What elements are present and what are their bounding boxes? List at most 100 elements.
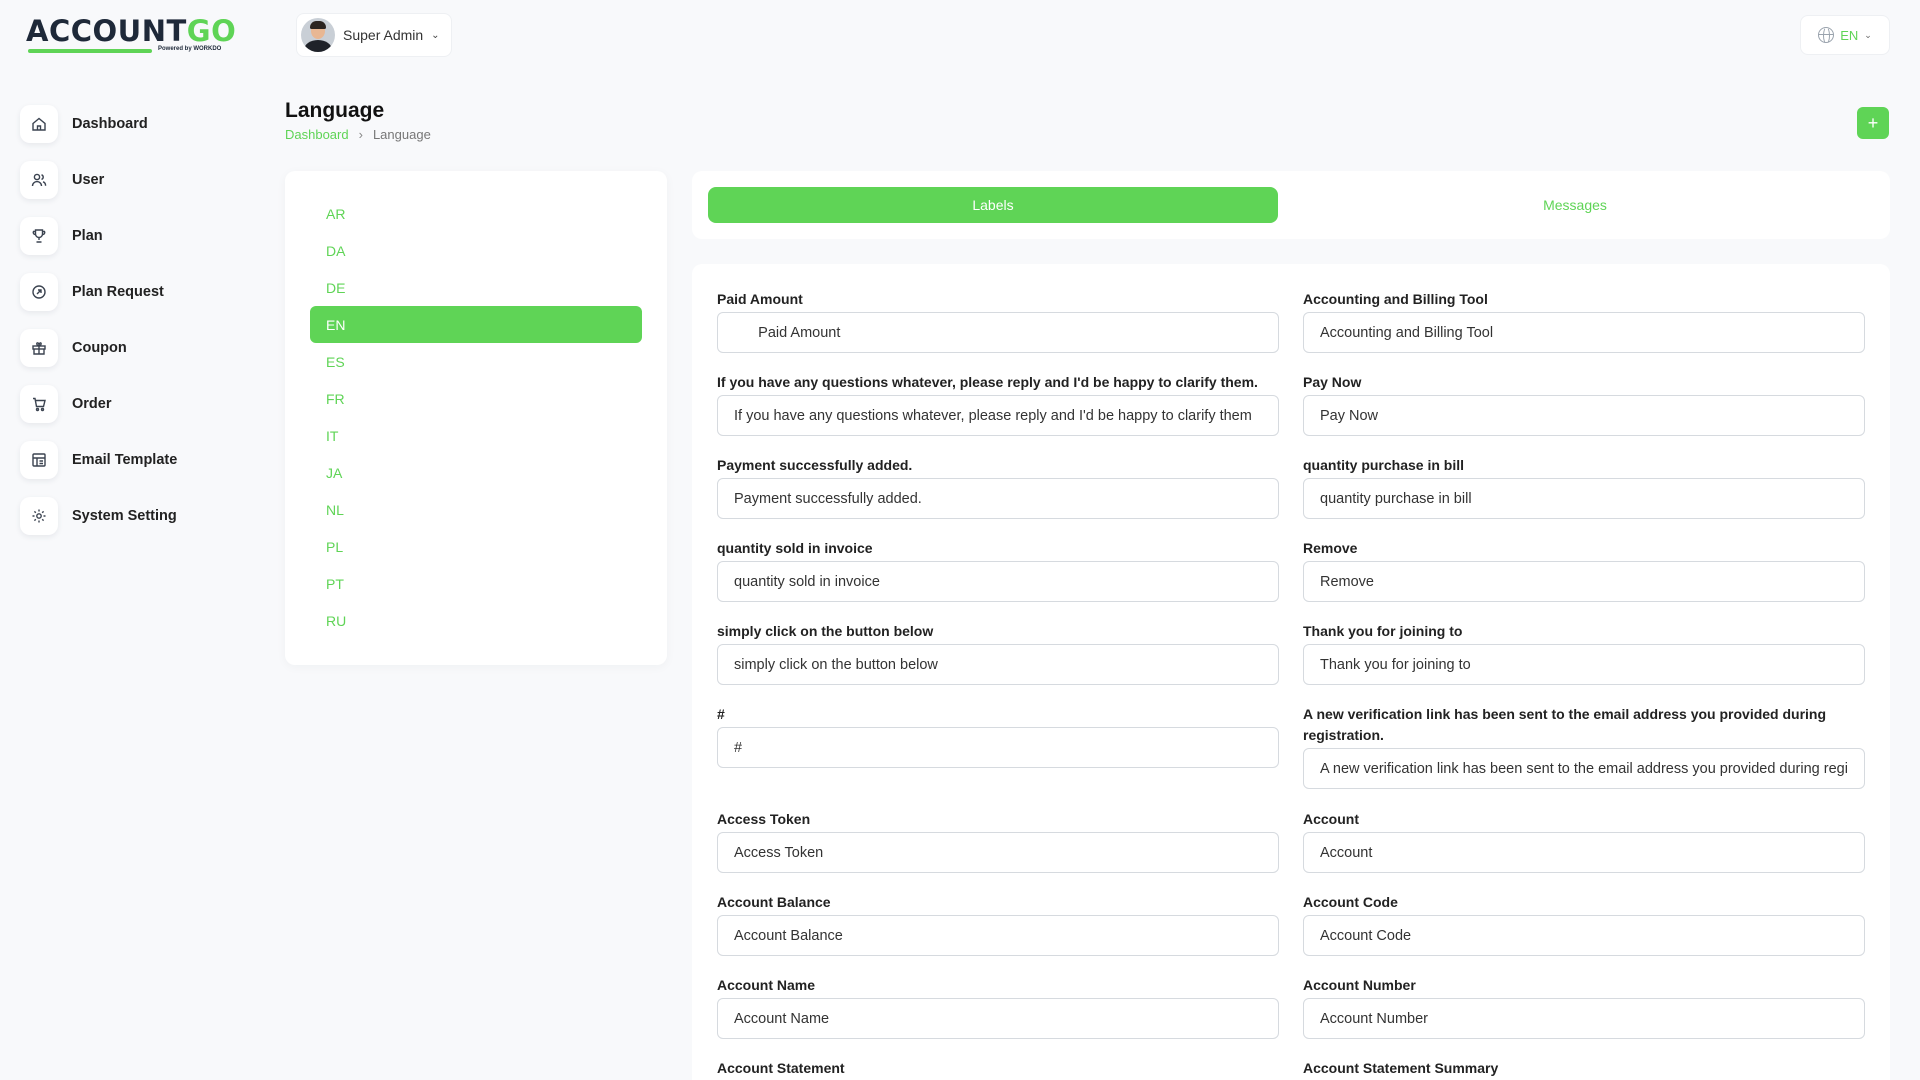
breadcrumb-current: Language xyxy=(372,127,431,142)
breadcrumb: Dashboard › Language xyxy=(285,127,431,142)
field-input[interactable] xyxy=(717,644,1279,685)
sidebar-item-user[interactable]: User xyxy=(20,152,260,208)
language-item-ja[interactable]: JA xyxy=(310,454,642,491)
field-label: Remove xyxy=(1303,540,1358,556)
language-list-panel: AR DA DE EN ES FR IT JA NL PL PT RU xyxy=(285,171,667,665)
field-input[interactable] xyxy=(717,312,1279,353)
form-field: Account Name xyxy=(717,975,1279,1039)
sidebar-item-label: Dashboard xyxy=(72,116,148,132)
tab-labels[interactable]: Labels xyxy=(708,187,1278,223)
form-field: Pay Now xyxy=(1303,372,1865,436)
chevron-right-icon: › xyxy=(358,127,363,142)
logo-underline xyxy=(28,49,152,53)
field-input[interactable] xyxy=(1303,561,1865,602)
user-menu[interactable]: Super Admin ⌄ xyxy=(296,13,452,57)
field-label: Payment successfully added. xyxy=(717,457,913,473)
form-field: Account xyxy=(1303,809,1865,873)
field-input[interactable] xyxy=(1303,998,1865,1039)
language-selector[interactable]: EN ⌄ xyxy=(1800,15,1890,55)
logo-text: ACCOUNTGO xyxy=(26,14,236,48)
field-input[interactable] xyxy=(1303,644,1865,685)
language-item-it[interactable]: IT xyxy=(310,417,642,454)
sidebar-item-label: Plan xyxy=(72,228,103,244)
field-label: quantity purchase in bill xyxy=(1303,457,1465,473)
language-item-es[interactable]: ES xyxy=(310,343,642,380)
logo-accent: GO xyxy=(186,14,237,48)
field-input[interactable] xyxy=(1303,395,1865,436)
sidebar-item-order[interactable]: Order xyxy=(20,376,260,432)
field-label: Thank you for joining to xyxy=(1303,623,1463,639)
language-item-ar[interactable]: AR xyxy=(310,195,642,232)
field-input[interactable] xyxy=(717,915,1279,956)
field-label: If you have any questions whatever, plea… xyxy=(717,374,1258,390)
user-name: Super Admin xyxy=(343,27,424,43)
form-field: Remove xyxy=(1303,538,1865,602)
chevron-down-icon: ⌄ xyxy=(1864,29,1872,40)
language-item-en[interactable]: EN xyxy=(310,306,642,343)
form-field: Thank you for joining to xyxy=(1303,621,1865,685)
field-input[interactable] xyxy=(717,561,1279,602)
template-icon xyxy=(20,441,58,479)
field-label: Account Balance xyxy=(717,894,831,910)
form-field: Account Statement Summary xyxy=(1303,1058,1865,1080)
field-input[interactable] xyxy=(717,727,1279,768)
form-field: simply click on the button below xyxy=(717,621,1279,685)
field-label: Account Statement Summary xyxy=(1303,1060,1499,1076)
field-input[interactable] xyxy=(1303,312,1865,353)
field-input[interactable] xyxy=(717,998,1279,1039)
field-input[interactable] xyxy=(717,478,1279,519)
language-list: AR DA DE EN ES FR IT JA NL PL PT RU xyxy=(310,195,642,639)
form-field: Account Balance xyxy=(717,892,1279,956)
form-field: Account Code xyxy=(1303,892,1865,956)
field-label: Accounting and Billing Tool xyxy=(1303,291,1488,307)
globe-icon xyxy=(1818,27,1835,44)
breadcrumb-home-link[interactable]: Dashboard xyxy=(285,127,349,142)
sidebar-item-email-template[interactable]: Email Template xyxy=(20,432,260,488)
field-input[interactable] xyxy=(1303,832,1865,873)
sidebar-item-label: Plan Request xyxy=(72,284,164,300)
field-input[interactable] xyxy=(717,832,1279,873)
language-item-fr[interactable]: FR xyxy=(310,380,642,417)
field-input[interactable] xyxy=(717,395,1279,436)
field-label: A new verification link has been sent to… xyxy=(1303,706,1827,743)
sidebar-item-coupon[interactable]: Coupon xyxy=(20,320,260,376)
gift-icon xyxy=(20,329,58,367)
sidebar-item-plan[interactable]: Plan xyxy=(20,208,260,264)
home-icon xyxy=(20,105,58,143)
sidebar-item-label: Coupon xyxy=(72,340,127,356)
field-label: Access Token xyxy=(717,811,811,827)
field-label: simply click on the button below xyxy=(717,623,934,639)
form-field: Account Statement xyxy=(717,1058,1279,1080)
sidebar-item-label: System Setting xyxy=(72,508,177,524)
language-code: EN xyxy=(1840,27,1859,43)
field-input[interactable] xyxy=(1303,748,1865,789)
form-field: A new verification link has been sent to… xyxy=(1303,704,1865,789)
language-item-da[interactable]: DA xyxy=(310,232,642,269)
add-language-button[interactable]: + xyxy=(1857,107,1889,139)
form-field: Paid Amount xyxy=(717,289,1279,353)
field-input[interactable] xyxy=(1303,915,1865,956)
field-label: Paid Amount xyxy=(717,291,803,307)
field-label: Pay Now xyxy=(1303,374,1362,390)
field-input[interactable] xyxy=(1303,478,1865,519)
top-header: ACCOUNTGO Powered by WORKDO Super Admin … xyxy=(0,0,1920,72)
sidebar-item-plan-request[interactable]: Plan Request xyxy=(20,264,260,320)
language-item-pt[interactable]: PT xyxy=(310,565,642,602)
avatar xyxy=(301,18,335,52)
language-item-de[interactable]: DE xyxy=(310,269,642,306)
tab-messages[interactable]: Messages xyxy=(1290,187,1860,223)
logo-powered-by: Powered by WORKDO xyxy=(158,46,222,52)
form-field: quantity sold in invoice xyxy=(717,538,1279,602)
sidebar-item-dashboard[interactable]: Dashboard xyxy=(20,96,260,152)
language-item-ru[interactable]: RU xyxy=(310,602,642,639)
users-icon xyxy=(20,161,58,199)
language-item-pl[interactable]: PL xyxy=(310,528,642,565)
brand-logo[interactable]: ACCOUNTGO Powered by WORKDO xyxy=(26,14,236,56)
field-label: Account Name xyxy=(717,977,816,993)
logo-main: ACCOUNT xyxy=(26,14,187,48)
sidebar-item-system-setting[interactable]: System Setting xyxy=(20,488,260,544)
language-item-nl[interactable]: NL xyxy=(310,491,642,528)
page-title: Language xyxy=(285,99,385,122)
form-field: quantity purchase in bill xyxy=(1303,455,1865,519)
labels-form: Paid Amount Accounting and Billing Tool … xyxy=(692,264,1890,1080)
